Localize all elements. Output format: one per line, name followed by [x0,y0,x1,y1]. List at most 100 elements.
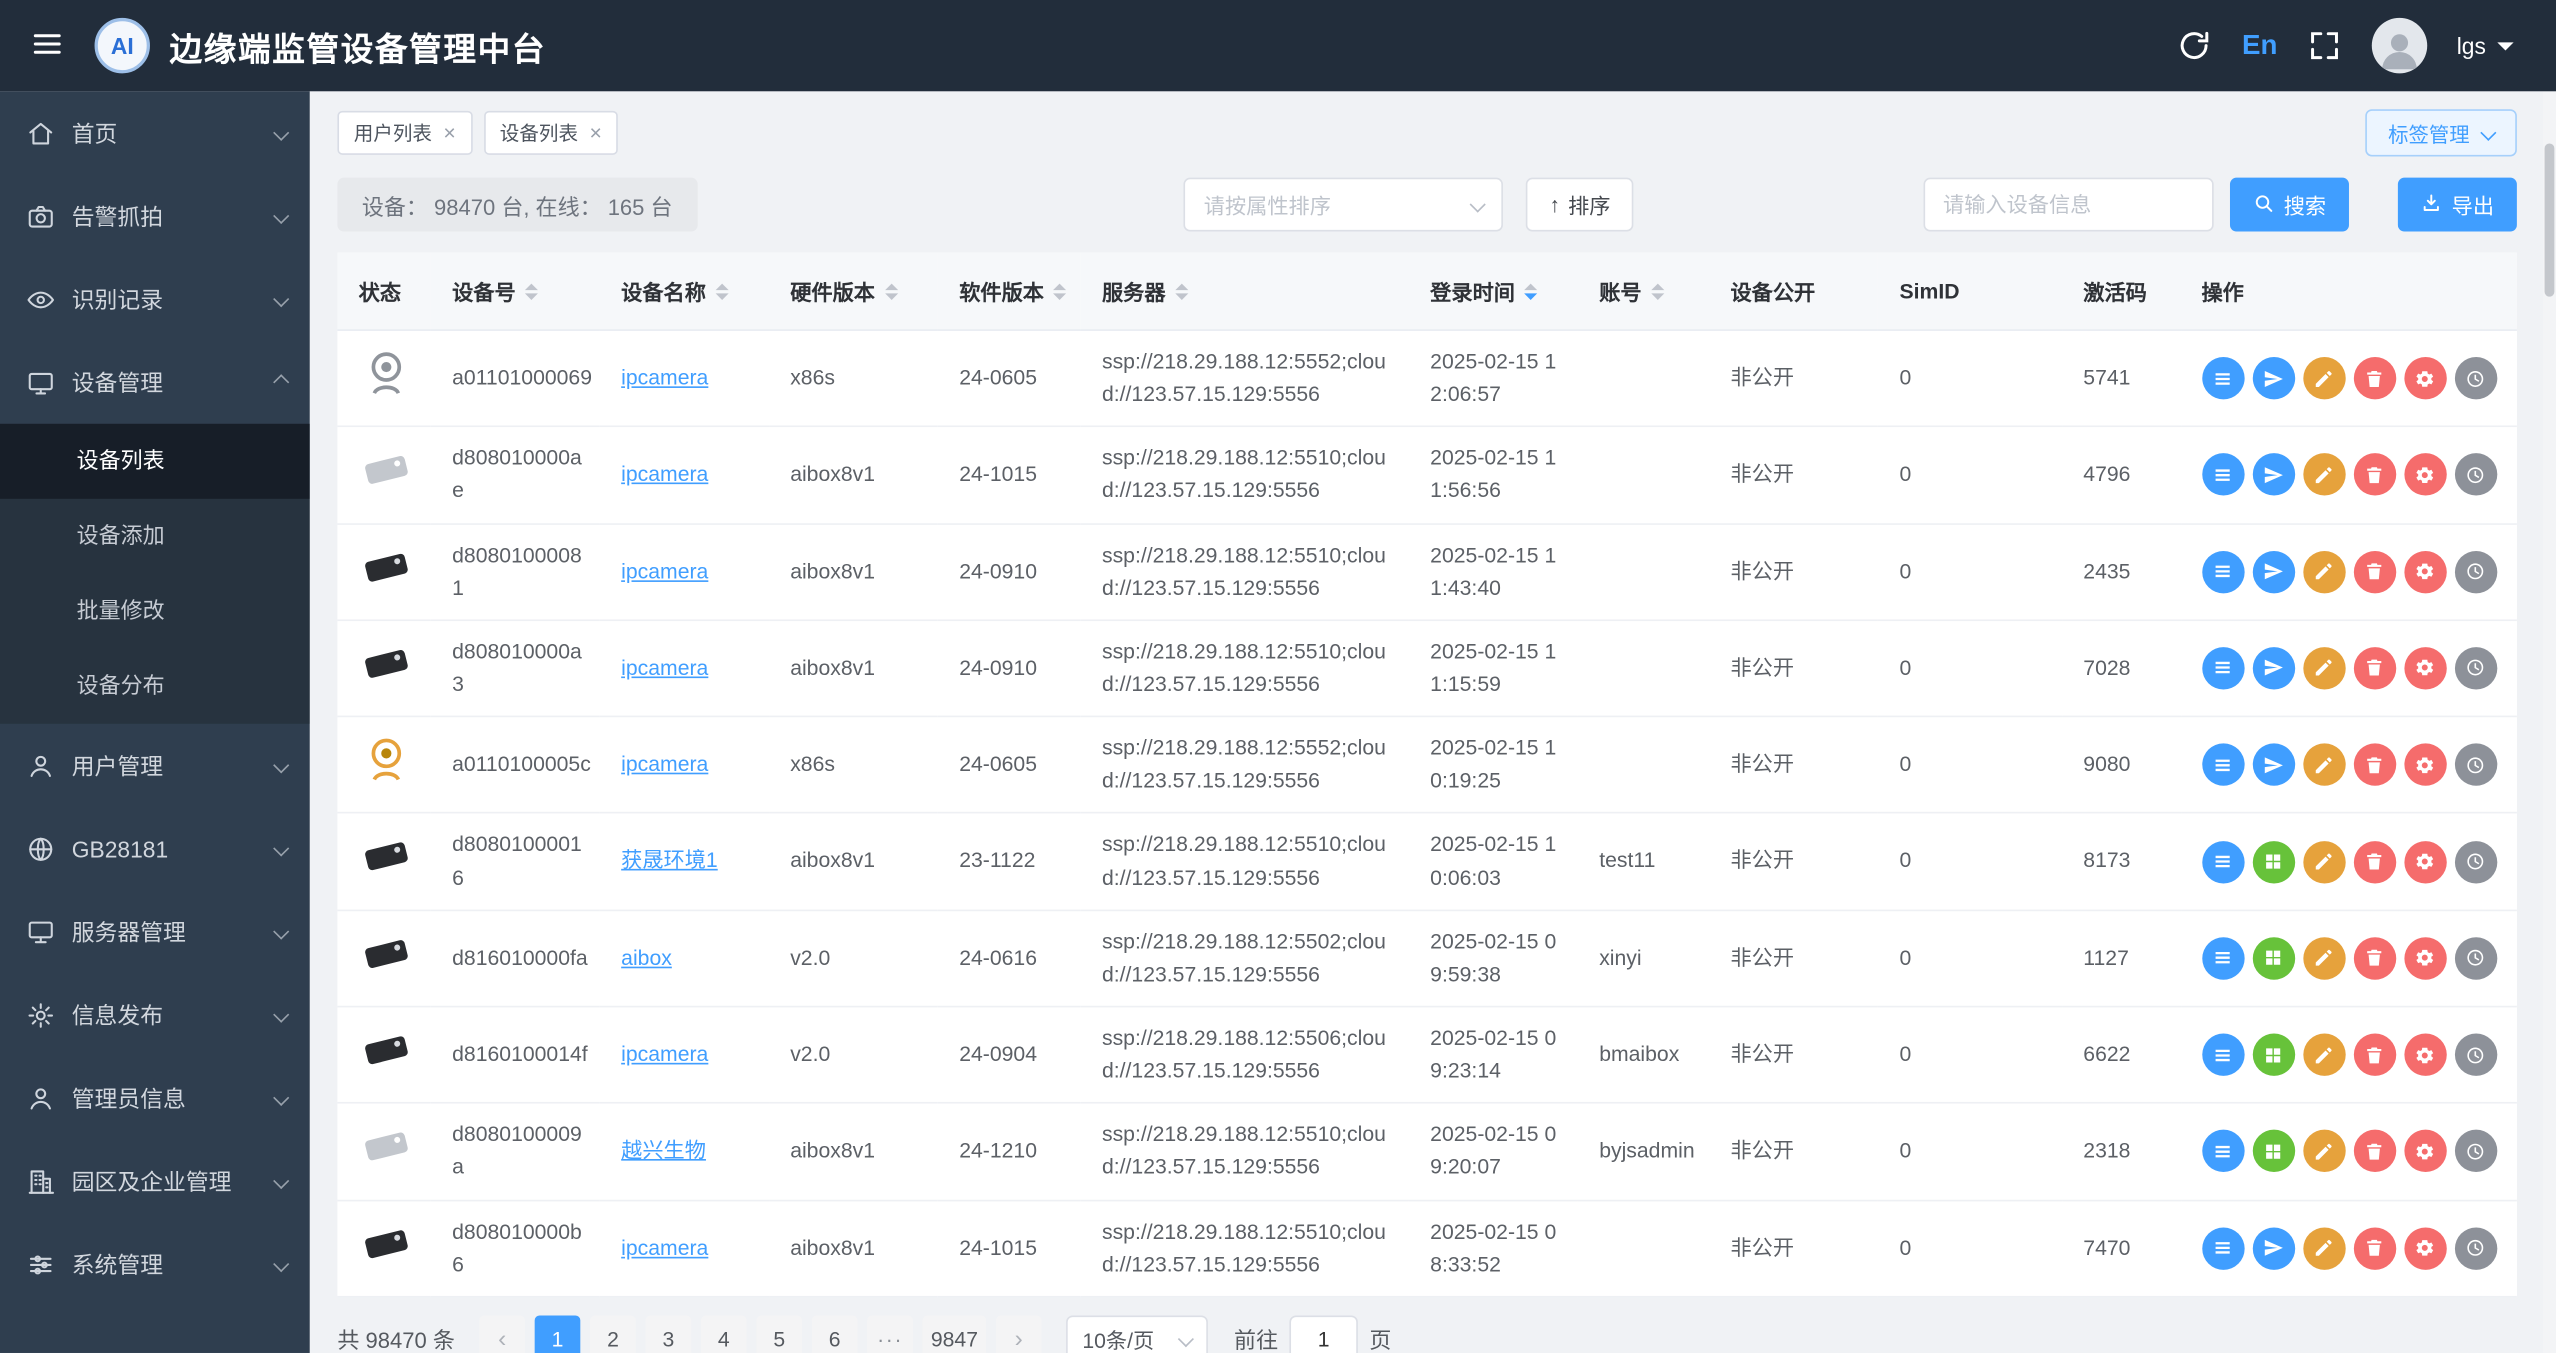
pagination-more-button[interactable]: ··· [867,1316,913,1353]
detail-list-action-button[interactable] [2201,1226,2244,1270]
send-action-button[interactable] [2251,453,2295,497]
settings-action-button[interactable] [2403,453,2446,497]
sidebar-item-device-management[interactable]: 设备管理 [0,341,310,424]
settings-action-button[interactable] [2403,550,2446,593]
edit-action-button[interactable] [2302,1226,2345,1270]
avatar[interactable] [2371,17,2428,74]
device-name-link[interactable]: 越兴生物 [621,1138,706,1162]
sort-caret-icon[interactable] [1651,282,1665,300]
page-1-button[interactable]: 1 [534,1316,581,1353]
delete-action-button[interactable] [2353,840,2396,883]
sort-caret-icon[interactable] [1053,282,1067,300]
detail-list-action-button[interactable] [2201,453,2244,497]
tab-user-list[interactable]: 用户列表 × [337,110,473,155]
device-name-link[interactable]: ipcamera [621,752,708,776]
history-action-button[interactable] [2454,1226,2497,1270]
sort-caret-icon[interactable] [884,282,898,300]
page-9847-button[interactable]: 9847 [922,1316,987,1353]
device-name-link[interactable]: ipcamera [621,365,708,389]
edit-action-button[interactable] [2302,550,2345,593]
close-icon[interactable]: × [589,121,601,142]
edit-action-button[interactable] [2302,937,2345,980]
sort-attribute-select[interactable]: 请按属性排序 [1184,177,1504,232]
delete-action-button[interactable] [2353,743,2396,787]
settings-action-button[interactable] [2403,357,2446,400]
detail-list-action-button[interactable] [2201,1033,2244,1077]
refresh-icon[interactable] [2177,28,2213,64]
sidebar-item-server-management[interactable]: 服务器管理 [0,890,310,973]
page-5-button[interactable]: 5 [756,1316,803,1353]
delete-action-button[interactable] [2353,1130,2396,1173]
device-name-link[interactable]: ipcamera [621,462,708,486]
history-action-button[interactable] [2454,840,2497,883]
language-toggle[interactable]: En [2242,29,2277,62]
column-header-account[interactable]: 账号 [1578,252,1710,331]
sidebar-item-home[interactable]: 首页 [0,91,310,174]
settings-action-button[interactable] [2403,647,2446,690]
user-menu[interactable]: lgs [2457,33,2514,59]
tag-manage-button[interactable]: 标签管理 [2365,108,2517,156]
prev-page-button[interactable]: ‹ [479,1316,525,1353]
apps-action-button[interactable] [2251,1130,2295,1173]
sort-caret-icon[interactable] [1175,282,1189,300]
send-action-button[interactable] [2251,743,2295,787]
scrollbar-thumb[interactable] [2544,143,2555,297]
settings-action-button[interactable] [2403,1130,2446,1173]
edit-action-button[interactable] [2302,647,2345,690]
sidebar-item-park-enterprise[interactable]: 园区及企业管理 [0,1139,310,1222]
column-header-hardware-version[interactable]: 硬件版本 [768,252,939,331]
delete-action-button[interactable] [2353,1226,2396,1270]
detail-list-action-button[interactable] [2201,1130,2244,1173]
history-action-button[interactable] [2454,647,2497,690]
history-action-button[interactable] [2454,1033,2497,1077]
send-action-button[interactable] [2251,1226,2295,1270]
detail-list-action-button[interactable] [2201,840,2244,883]
history-action-button[interactable] [2454,937,2497,980]
export-button[interactable]: 导出 [2397,177,2517,232]
detail-list-action-button[interactable] [2201,937,2244,980]
sidebar-subitem-device-list[interactable]: 设备列表 [0,423,310,499]
delete-action-button[interactable] [2353,1033,2396,1077]
edit-action-button[interactable] [2302,357,2345,400]
history-action-button[interactable] [2454,453,2497,497]
scrollbar[interactable] [2542,91,2556,1353]
detail-list-action-button[interactable] [2201,550,2244,593]
history-action-button[interactable] [2454,357,2497,400]
sidebar-item-gb28181[interactable]: GB28181 [0,807,310,890]
sort-caret-icon[interactable] [525,282,539,300]
settings-action-button[interactable] [2403,1033,2446,1077]
device-name-link[interactable]: aibox [621,945,672,969]
apps-action-button[interactable] [2251,840,2295,883]
column-header-server[interactable]: 服务器 [1080,252,1409,331]
sidebar-item-recognition-records[interactable]: 识别记录 [0,258,310,341]
page-2-button[interactable]: 2 [590,1316,636,1353]
column-header-login-time[interactable]: 登录时间 [1408,252,1579,331]
apps-action-button[interactable] [2251,937,2295,980]
sidebar-item-info-publish[interactable]: 信息发布 [0,973,310,1056]
send-action-button[interactable] [2251,550,2295,593]
device-name-link[interactable]: ipcamera [621,1235,708,1259]
next-page-button[interactable]: › [995,1316,1042,1353]
sidebar-subitem-device-add[interactable]: 设备添加 [0,499,310,574]
device-name-link[interactable]: ipcamera [621,655,708,679]
detail-list-action-button[interactable] [2201,357,2244,400]
settings-action-button[interactable] [2403,1226,2446,1270]
page-6-button[interactable]: 6 [811,1316,858,1353]
column-header-device-name[interactable]: 设备名称 [599,252,769,331]
apps-action-button[interactable] [2251,1033,2295,1077]
delete-action-button[interactable] [2353,357,2396,400]
device-name-link[interactable]: ipcamera [621,559,708,583]
edit-action-button[interactable] [2302,840,2345,883]
delete-action-button[interactable] [2353,647,2396,690]
device-name-link[interactable]: ipcamera [621,1042,708,1066]
edit-action-button[interactable] [2302,1033,2345,1077]
sort-caret-icon[interactable] [1524,282,1538,300]
goto-page-input[interactable] [1289,1315,1358,1353]
delete-action-button[interactable] [2353,937,2396,980]
settings-action-button[interactable] [2403,840,2446,883]
page-3-button[interactable]: 3 [645,1316,692,1353]
sidebar-subitem-device-distribution[interactable]: 设备分布 [0,649,310,724]
page-size-select[interactable]: 10条/页 [1066,1315,1208,1353]
sidebar-item-admin-info[interactable]: 管理员信息 [0,1056,310,1139]
sidebar-item-user-management[interactable]: 用户管理 [0,724,310,807]
